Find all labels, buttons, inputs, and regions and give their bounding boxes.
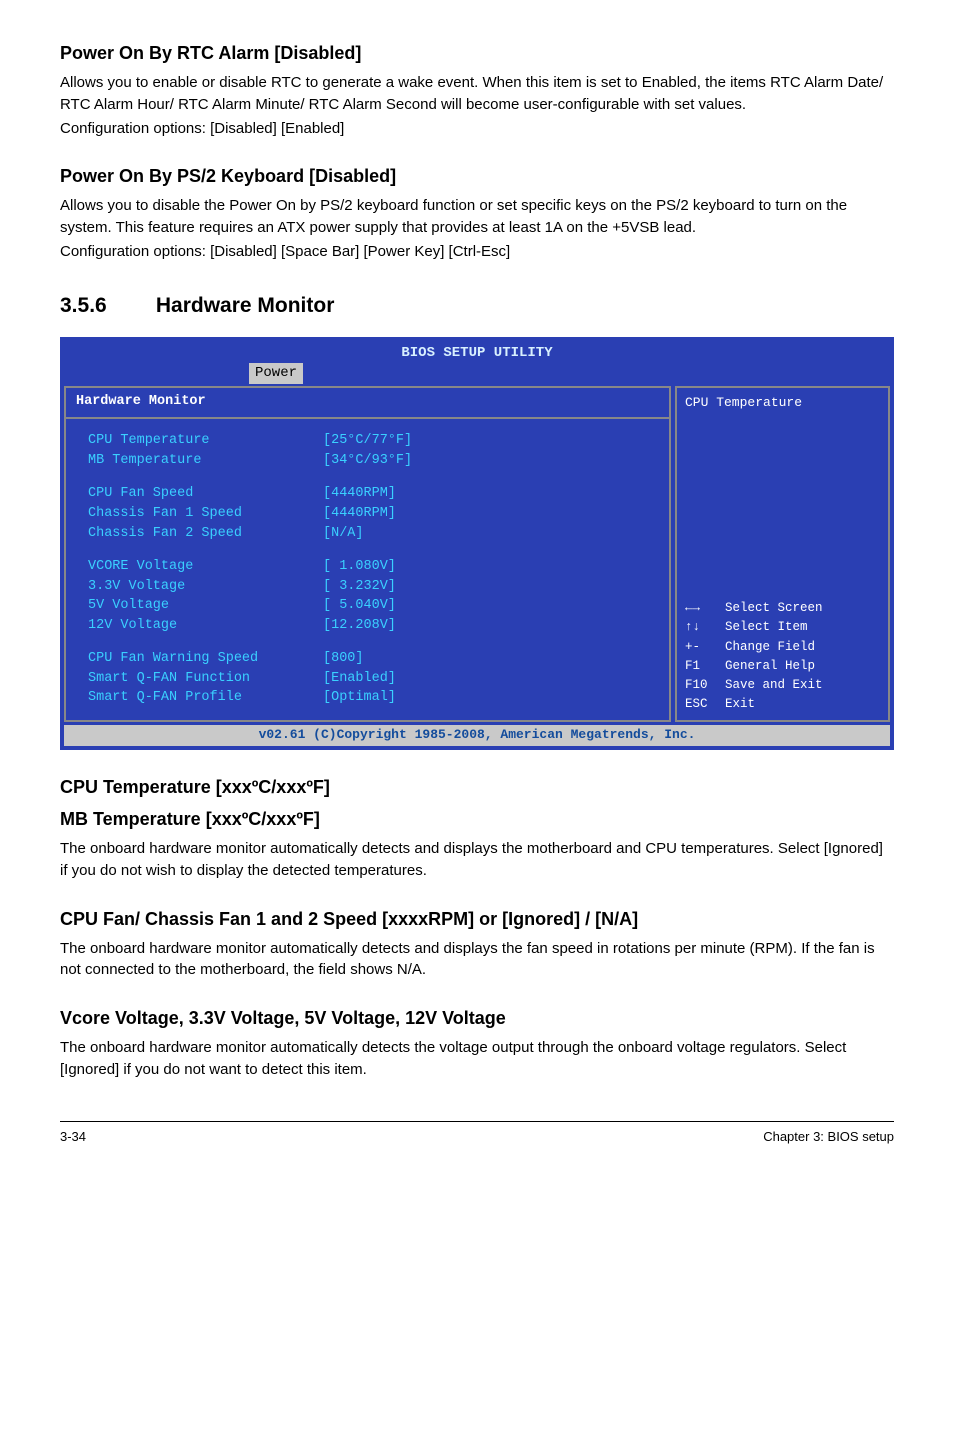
- page-footer: 3-34 Chapter 3: BIOS setup: [60, 1121, 894, 1147]
- bios-setting-label: Smart Q-FAN Function: [88, 669, 323, 689]
- bios-setting-value: [Optimal]: [323, 688, 396, 708]
- bios-setting-row[interactable]: Smart Q-FAN Function[Enabled]: [88, 669, 659, 689]
- bios-help-text: Select Screen: [725, 599, 823, 617]
- heading-text: Hardware Monitor: [156, 294, 335, 317]
- bios-right-desc: CPU Temperature: [685, 394, 880, 600]
- bios-help-text: Change Field: [725, 638, 815, 656]
- bios-setting-label: VCORE Voltage: [88, 557, 323, 577]
- bios-setting-row[interactable]: 12V Voltage[12.208V]: [88, 616, 659, 636]
- para-fan: The onboard hardware monitor automatical…: [60, 938, 894, 982]
- bios-setting-label: 12V Voltage: [88, 616, 323, 636]
- bios-setting-row[interactable]: CPU Fan Speed[4440RPM]: [88, 484, 659, 504]
- para-temp: The onboard hardware monitor automatical…: [60, 838, 894, 882]
- para-rtc-2: Configuration options: [Disabled] [Enabl…: [60, 118, 894, 140]
- bios-help-row: ESCExit: [685, 695, 880, 713]
- bios-setting-row[interactable]: Chassis Fan 1 Speed[4440RPM]: [88, 504, 659, 524]
- bios-help-key: [685, 618, 725, 636]
- bios-setting-value: [800]: [323, 649, 364, 669]
- page-number: 3-34: [60, 1128, 86, 1147]
- bios-setting-value: [N/A]: [323, 524, 364, 544]
- bios-setting-value: [4440RPM]: [323, 504, 396, 524]
- bios-setting-row[interactable]: Smart Q-FAN Profile[Optimal]: [88, 688, 659, 708]
- bios-title: BIOS SETUP UTILITY: [64, 341, 890, 363]
- bios-footer: v02.61 (C)Copyright 1985-2008, American …: [64, 725, 890, 746]
- bios-help-row: Select Screen: [685, 599, 880, 617]
- heading-number: 3.5.6: [60, 291, 150, 321]
- heading-ps2: Power On By PS/2 Keyboard [Disabled]: [60, 163, 894, 189]
- heading-fan: CPU Fan/ Chassis Fan 1 and 2 Speed [xxxx…: [60, 906, 894, 932]
- bios-setting-value: [ 1.080V]: [323, 557, 396, 577]
- bios-setting-label: MB Temperature: [88, 451, 323, 471]
- bios-setting-label: CPU Temperature: [88, 431, 323, 451]
- heading-356: 3.5.6 Hardware Monitor: [60, 291, 894, 321]
- para-ps2-1: Allows you to disable the Power On by PS…: [60, 195, 894, 239]
- bios-setting-label: 5V Voltage: [88, 596, 323, 616]
- bios-setting-row[interactable]: 5V Voltage[ 5.040V]: [88, 596, 659, 616]
- heading-voltage: Vcore Voltage, 3.3V Voltage, 5V Voltage,…: [60, 1005, 894, 1031]
- heading-rtc: Power On By RTC Alarm [Disabled]: [60, 40, 894, 66]
- bios-setting-row[interactable]: CPU Fan Warning Speed[800]: [88, 649, 659, 669]
- bios-help-row: F1General Help: [685, 657, 880, 675]
- bios-setting-label: 3.3V Voltage: [88, 577, 323, 597]
- bios-tab-row: Power: [64, 363, 890, 385]
- bios-help-text: Exit: [725, 695, 755, 713]
- bios-help-row: Select Item: [685, 618, 880, 636]
- para-rtc-1: Allows you to enable or disable RTC to g…: [60, 72, 894, 116]
- bios-setting-value: [25°C/77°F]: [323, 431, 412, 451]
- bios-help-text: Save and Exit: [725, 676, 823, 694]
- bios-help-row: +-Change Field: [685, 638, 880, 656]
- bios-setting-row[interactable]: MB Temperature[34°C/93°F]: [88, 451, 659, 471]
- bios-setting-value: [4440RPM]: [323, 484, 396, 504]
- bios-setting-row[interactable]: Chassis Fan 2 Speed[N/A]: [88, 524, 659, 544]
- bios-help-text: General Help: [725, 657, 815, 675]
- bios-setting-row[interactable]: VCORE Voltage[ 1.080V]: [88, 557, 659, 577]
- bios-help-key: F10: [685, 676, 725, 694]
- para-ps2-2: Configuration options: [Disabled] [Space…: [60, 241, 894, 263]
- page-chapter: Chapter 3: BIOS setup: [763, 1128, 894, 1147]
- bios-setting-value: [Enabled]: [323, 669, 396, 689]
- para-voltage: The onboard hardware monitor automatical…: [60, 1037, 894, 1081]
- bios-setting-label: CPU Fan Warning Speed: [88, 649, 323, 669]
- bios-help-key: ESC: [685, 695, 725, 713]
- bios-setting-label: Chassis Fan 1 Speed: [88, 504, 323, 524]
- bios-setting-row[interactable]: 3.3V Voltage[ 3.232V]: [88, 577, 659, 597]
- bios-right-panel: CPU Temperature Select ScreenSelect Item…: [675, 386, 890, 722]
- bios-setting-label: CPU Fan Speed: [88, 484, 323, 504]
- bios-setting-value: [ 3.232V]: [323, 577, 396, 597]
- bios-panel-head: Hardware Monitor: [66, 388, 669, 420]
- bios-setting-label: Chassis Fan 2 Speed: [88, 524, 323, 544]
- bios-window: BIOS SETUP UTILITY Power Hardware Monito…: [60, 337, 894, 750]
- bios-help-key: F1: [685, 657, 725, 675]
- bios-help-row: F10Save and Exit: [685, 676, 880, 694]
- bios-left-panel: Hardware Monitor CPU Temperature[25°C/77…: [64, 386, 671, 722]
- bios-help-text: Select Item: [725, 618, 808, 636]
- bios-help-key: +-: [685, 638, 725, 656]
- bios-help-key: [685, 599, 725, 617]
- bios-setting-label: Smart Q-FAN Profile: [88, 688, 323, 708]
- bios-tab-power[interactable]: Power: [249, 363, 303, 383]
- bios-setting-row[interactable]: CPU Temperature[25°C/77°F]: [88, 431, 659, 451]
- bios-setting-value: [12.208V]: [323, 616, 396, 636]
- heading-mbtemp: MB Temperature [xxxºC/xxxºF]: [60, 806, 894, 832]
- heading-cputemp: CPU Temperature [xxxºC/xxxºF]: [60, 774, 894, 800]
- bios-setting-value: [ 5.040V]: [323, 596, 396, 616]
- bios-setting-value: [34°C/93°F]: [323, 451, 412, 471]
